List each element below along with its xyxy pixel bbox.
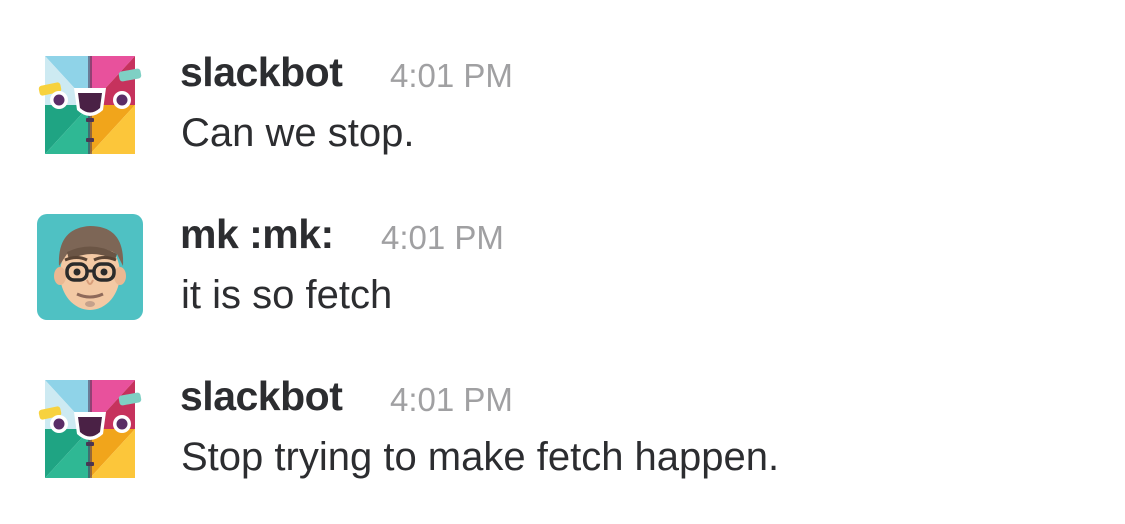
message-row: slackbot 4:01 PM Can we stop. bbox=[0, 46, 1125, 176]
slackbot-avatar[interactable] bbox=[37, 52, 143, 158]
message-text: it is so fetch bbox=[181, 273, 393, 317]
author-name[interactable]: slackbot bbox=[180, 48, 343, 96]
author-name[interactable]: slackbot bbox=[180, 372, 343, 420]
author-name[interactable]: mk :mk: bbox=[180, 210, 334, 258]
message-text: Can we stop. bbox=[181, 111, 415, 155]
slackbot-avatar[interactable] bbox=[37, 376, 143, 482]
message-text: Stop trying to make fetch happen. bbox=[181, 435, 780, 479]
message-row: slackbot 4:01 PM Stop trying to make fet… bbox=[0, 370, 1125, 500]
message-timestamp[interactable]: 4:01 PM bbox=[381, 216, 504, 260]
message-timestamp[interactable]: 4:01 PM bbox=[390, 54, 513, 98]
message-row: mk :mk: 4:01 PM it is so fetch bbox=[0, 208, 1125, 338]
message-timestamp[interactable]: 4:01 PM bbox=[390, 378, 513, 422]
cartoon-face-avatar[interactable] bbox=[37, 214, 143, 320]
